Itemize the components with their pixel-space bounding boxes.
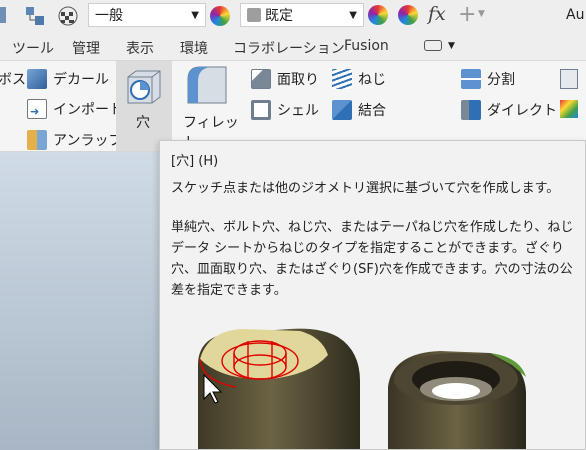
shell-label: シェル bbox=[277, 103, 319, 119]
import-icon: ➜ bbox=[27, 99, 47, 119]
tooltip-description: 単純穴、ボルト穴、ねじ穴、またはテーパねじ穴を作成したり、ねじデータ シートから… bbox=[171, 220, 574, 298]
import-label: インポート bbox=[53, 102, 123, 118]
thread-icon bbox=[332, 69, 352, 89]
material-combo[interactable]: 既定 ▼ bbox=[240, 3, 364, 27]
thread-label: ねじ bbox=[358, 72, 386, 88]
combine-label: 結合 bbox=[358, 103, 386, 119]
split-button[interactable]: 分割 bbox=[461, 69, 515, 89]
tooltip-preview-image bbox=[160, 317, 585, 449]
direct-edit-label: ダイレクト bbox=[487, 103, 557, 119]
undo-icon[interactable] bbox=[0, 7, 6, 23]
app-title-fragment: Au bbox=[566, 7, 585, 23]
hole-button[interactable]: 穴 bbox=[116, 61, 172, 151]
tab-environments[interactable]: 環境 bbox=[180, 38, 208, 58]
decal-label: デカール bbox=[53, 72, 109, 88]
chamfer-button[interactable]: 面取り bbox=[251, 69, 319, 89]
split-icon bbox=[461, 69, 481, 89]
direct-edit-button[interactable]: ダイレクト bbox=[461, 100, 557, 120]
tooltip-summary: スケッチ点または他のジオメトリ選択に基づいて穴を作成します。 bbox=[171, 181, 560, 196]
chamfer-label: 面取り bbox=[277, 72, 319, 88]
ribbon-panel: ボス デカール ➜ インポート アンラップ 穴 フィレット 面取り ねじ シェル bbox=[0, 61, 586, 152]
tab-collaborate[interactable]: コラボレーション bbox=[233, 38, 345, 58]
chevron-down-icon: ▼ bbox=[349, 9, 357, 21]
chevron-down-icon[interactable]: ▼ bbox=[478, 9, 485, 19]
fillet-icon bbox=[186, 65, 230, 105]
boss-button[interactable]: ボス bbox=[0, 69, 26, 89]
hole-icon bbox=[124, 67, 164, 107]
plus-icon[interactable]: + bbox=[458, 2, 476, 27]
shell-icon bbox=[251, 100, 271, 120]
tab-fusion[interactable]: Fusion bbox=[344, 38, 389, 54]
split-label: 分割 bbox=[487, 72, 515, 88]
import-button[interactable]: ➜ インポート bbox=[27, 99, 123, 119]
direct-edit-icon bbox=[461, 100, 481, 120]
hole-label: 穴 bbox=[136, 115, 150, 131]
combine-button[interactable]: 結合 bbox=[332, 100, 386, 120]
material-combo-value: 既定 bbox=[265, 8, 293, 24]
adjust-appearance-icon[interactable] bbox=[368, 5, 388, 25]
shell-button[interactable]: シェル bbox=[251, 100, 319, 120]
boss-label: ボス bbox=[0, 72, 26, 88]
component-icon[interactable] bbox=[25, 6, 45, 26]
chevron-down-icon[interactable]: ▼ bbox=[448, 41, 455, 51]
chamfer-icon bbox=[251, 69, 271, 89]
tab-tools[interactable]: ツール bbox=[12, 38, 54, 58]
decal-button[interactable]: デカール bbox=[27, 69, 109, 89]
quick-access-toolbar: 一般 ▼ 既定 ▼ fx + ▼ Au bbox=[0, 0, 586, 33]
fillet-button[interactable]: フィレット bbox=[176, 61, 246, 151]
material-swatch-icon bbox=[247, 8, 261, 22]
fx-icon[interactable]: fx bbox=[428, 3, 446, 25]
tab-manage[interactable]: 管理 bbox=[72, 38, 100, 58]
appearance-combo-value: 一般 bbox=[95, 8, 123, 24]
tooltip-title: [穴] (H) bbox=[171, 154, 219, 169]
freeform-icon[interactable] bbox=[560, 100, 578, 118]
unwrap-label: アンラップ bbox=[53, 133, 123, 149]
appearance-combo[interactable]: 一般 ▼ bbox=[88, 3, 206, 27]
combine-icon bbox=[332, 100, 352, 120]
tab-view[interactable]: 表示 bbox=[126, 38, 154, 58]
clear-appearance-icon[interactable] bbox=[398, 5, 418, 25]
panel-options-button[interactable] bbox=[424, 40, 442, 51]
chevron-down-icon: ▼ bbox=[191, 9, 199, 21]
checker-icon[interactable] bbox=[58, 6, 78, 26]
thread-button[interactable]: ねじ bbox=[332, 69, 386, 89]
decal-icon bbox=[27, 69, 47, 89]
unwrap-icon bbox=[27, 130, 47, 150]
hole-tooltip: [穴] (H) スケッチ点または他のジオメトリ選択に基づいて穴を作成します。 単… bbox=[159, 140, 586, 450]
ribbon-tabs: ツール 管理 表示 環境 コラボレーション Fusion ▼ bbox=[0, 32, 586, 61]
move-body-icon[interactable] bbox=[560, 69, 578, 89]
color-wheel-icon[interactable] bbox=[210, 6, 230, 26]
unwrap-button[interactable]: アンラップ bbox=[27, 130, 122, 150]
